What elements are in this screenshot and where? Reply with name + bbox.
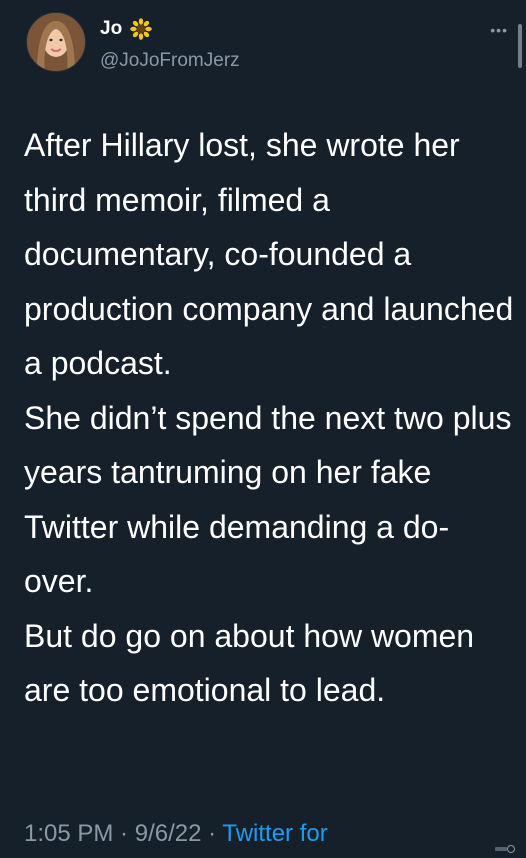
meta-separator: ·: [113, 820, 135, 847]
avatar[interactable]: [26, 12, 86, 72]
tweet-time[interactable]: 1:05 PM: [24, 820, 113, 847]
author-handle[interactable]: @JoJoFromJerz: [100, 50, 240, 72]
more-icon[interactable]: •••: [490, 22, 508, 38]
tweet-meta: 1:05 PM · 9/6/22 · Twitter for: [24, 820, 328, 848]
watermark-icon: [495, 845, 515, 853]
tweet-source[interactable]: Twitter for: [222, 820, 327, 847]
tweet-paragraph: After Hillary lost, she wrote her third …: [24, 127, 514, 381]
author-name[interactable]: Jo: [100, 18, 122, 40]
tweet-paragraph: She didn’t spend the next two plus years…: [24, 399, 512, 600]
scrollbar[interactable]: [518, 24, 522, 68]
author-name-row: Jo: [100, 18, 152, 40]
sunflower-icon: [130, 18, 152, 40]
tweet-header: Jo @JoJoFromJerz •••: [24, 12, 526, 74]
tweet-paragraph: But do go on about how women are too emo…: [24, 617, 475, 709]
meta-separator: ·: [201, 820, 223, 847]
tweet-text: After Hillary lost, she wrote her third …: [24, 118, 514, 718]
tweet-date[interactable]: 9/6/22: [135, 820, 202, 847]
